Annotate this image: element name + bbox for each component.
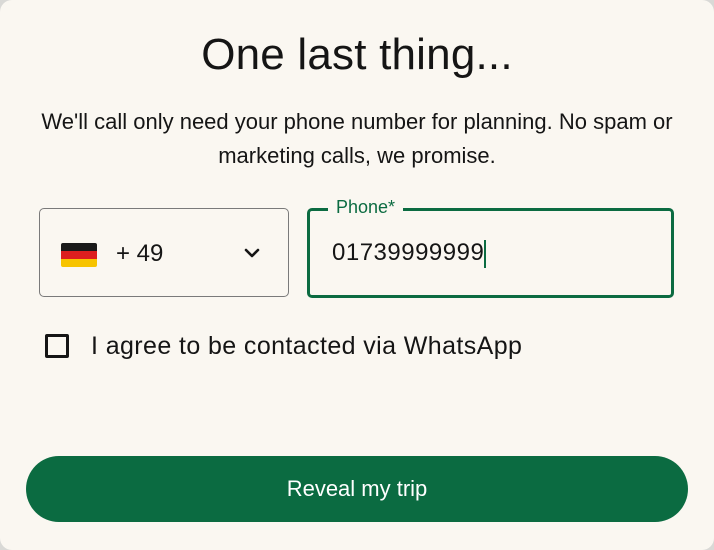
page-subtitle: We'll call only need your phone number f…: [41, 109, 673, 168]
whatsapp-consent-label: I agree to be contacted via WhatsApp: [91, 331, 523, 360]
phone-field-label: Phone*: [328, 197, 404, 217]
whatsapp-consent[interactable]: I agree to be contacted via WhatsApp: [45, 331, 522, 361]
text-caret: [484, 239, 486, 268]
germany-flag-icon: [61, 243, 97, 267]
contact-form-panel: One last thing... We'll call only need y…: [0, 0, 714, 550]
reveal-trip-button[interactable]: Reveal my trip: [26, 456, 688, 522]
phone-input-value: 01739999999: [332, 239, 485, 266]
phone-field[interactable]: Phone* 01739999999: [307, 197, 674, 298]
page-title: One last thing...: [201, 30, 513, 79]
chevron-down-icon[interactable]: [242, 243, 262, 263]
dial-code: + 49: [116, 240, 164, 267]
phone-input[interactable]: 01739999999: [332, 239, 652, 271]
whatsapp-consent-checkbox[interactable]: [45, 334, 69, 358]
country-code-select[interactable]: + 49: [39, 208, 289, 297]
